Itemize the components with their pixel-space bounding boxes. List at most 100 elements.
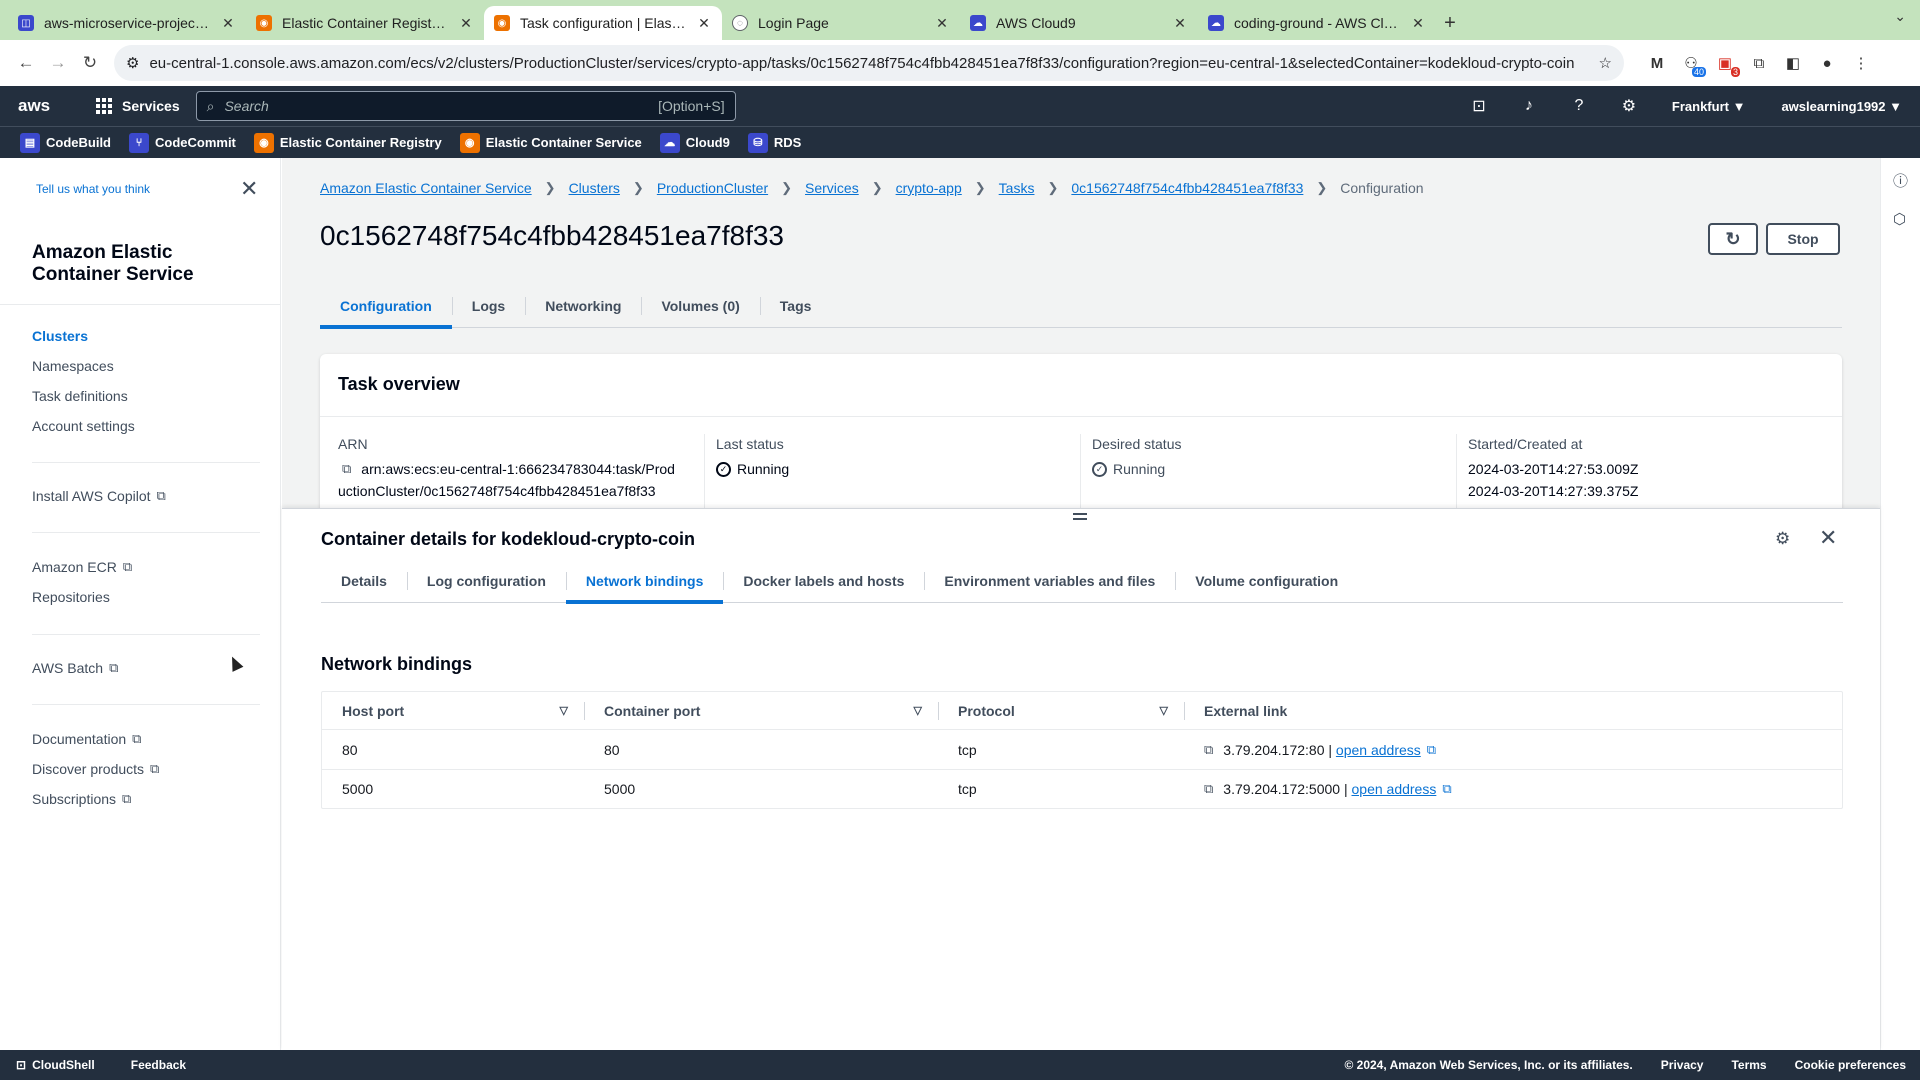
privacy-link[interactable]: Privacy (1661, 1058, 1704, 1072)
breadcrumb-clusters[interactable]: Clusters (569, 180, 620, 196)
address-bar[interactable]: ⚙ eu-central-1.console.aws.amazon.com/ec… (114, 45, 1624, 81)
bell-icon[interactable]: ♪ (1504, 97, 1554, 115)
stop-button[interactable]: Stop (1766, 223, 1840, 255)
cloudshell-icon[interactable]: ⊡ (1454, 96, 1504, 116)
tab-details[interactable]: Details (321, 559, 407, 603)
tab-environment-variables[interactable]: Environment variables and files (924, 559, 1175, 603)
tab-networking[interactable]: Networking (525, 284, 641, 328)
tools-icon[interactable]: ⬡ (1893, 210, 1906, 228)
close-tab-icon[interactable]: ✕ (1172, 15, 1188, 32)
close-tab-icon[interactable]: ✕ (220, 15, 236, 32)
search-input[interactable]: ⌕ Search [Option+S] (195, 91, 736, 121)
close-tab-icon[interactable]: ✕ (934, 15, 950, 32)
sidebar-item-clusters[interactable]: Clusters (32, 328, 88, 344)
tab-tags[interactable]: Tags (759, 284, 832, 328)
refresh-button[interactable]: ↻ (1708, 223, 1758, 255)
browser-menu-icon[interactable]: ⋮ (1844, 47, 1878, 79)
breadcrumb-cluster[interactable]: ProductionCluster (657, 180, 768, 196)
services-menu[interactable]: Services (96, 98, 180, 114)
browser-tab[interactable]: ☁ coding-ground - AWS Cloud9 ✕ (1198, 6, 1436, 40)
terms-link[interactable]: Terms (1731, 1058, 1766, 1072)
cloudshell-button[interactable]: CloudShell (32, 1058, 95, 1072)
breadcrumb-task[interactable]: 0c1562748f754c4fbb428451ea7f8f33 (1071, 180, 1303, 196)
sidebar-item-task-definitions[interactable]: Task definitions (32, 388, 128, 404)
close-nav-icon[interactable]: ✕ (240, 176, 258, 202)
url-text[interactable]: eu-central-1.console.aws.amazon.com/ecs/… (149, 55, 1598, 72)
breadcrumb-ecs[interactable]: Amazon Elastic Container Service (320, 180, 532, 196)
copy-icon[interactable]: ⧉ (1204, 781, 1213, 797)
sort-down-icon[interactable]: ▽ (914, 704, 922, 717)
browser-tab[interactable]: ☁ AWS Cloud9 ✕ (960, 6, 1198, 40)
column-container-port[interactable]: Container port ▽ (584, 692, 938, 729)
browser-tab-active[interactable]: ◉ Task configuration | Elastic C ✕ (484, 6, 722, 40)
sidebar-item-repositories[interactable]: Repositories (32, 589, 110, 605)
sidebar-item-documentation[interactable]: Documentation ⧉ (32, 731, 141, 747)
breadcrumb-services[interactable]: Services (805, 180, 859, 196)
feedback-link[interactable]: Tell us what you think (36, 182, 150, 196)
tab-logs[interactable]: Logs (451, 284, 525, 328)
copy-icon[interactable]: ⧉ (342, 458, 351, 480)
breadcrumb-tasks[interactable]: Tasks (999, 180, 1035, 196)
column-protocol[interactable]: Protocol ▽ (938, 692, 1184, 729)
gear-icon[interactable]: ⚙ (1604, 96, 1654, 116)
cookie-preferences-link[interactable]: Cookie preferences (1795, 1058, 1906, 1072)
favorite-ecs[interactable]: ◉ Elastic Container Service (459, 132, 642, 153)
favorite-cloud9[interactable]: ☁ Cloud9 (659, 132, 730, 153)
close-icon[interactable]: ✕ (1819, 525, 1837, 551)
sort-down-icon[interactable]: ▽ (560, 704, 568, 717)
feedback-button[interactable]: Feedback (131, 1058, 186, 1072)
new-tab-button[interactable]: + (1436, 6, 1464, 40)
help-icon[interactable]: ? (1554, 97, 1604, 115)
gear-icon[interactable]: ⚙ (1775, 529, 1790, 549)
close-tab-icon[interactable]: ✕ (696, 15, 712, 32)
sidebar-item-install-copilot[interactable]: Install AWS Copilot ⧉ (32, 488, 166, 504)
account-menu[interactable]: awslearning1992 ▼ (1763, 99, 1920, 114)
external-link-icon[interactable]: ⧉ (1442, 781, 1451, 797)
sidebar-item-amazon-ecr[interactable]: Amazon ECR ⧉ (32, 559, 132, 575)
favorite-rds[interactable]: ⛁ RDS (747, 132, 801, 153)
nav-title[interactable]: Amazon Elastic Container Service (32, 242, 242, 286)
column-host-port[interactable]: Host port ▽ (322, 692, 584, 729)
profile-avatar[interactable]: ● (1810, 47, 1844, 79)
favorite-codecommit[interactable]: ⑂ CodeCommit (129, 132, 236, 153)
tab-search-chevron-icon[interactable]: ⌄ (1894, 8, 1906, 25)
extension-icon[interactable]: ⚇ 40 (1674, 47, 1708, 79)
favorite-ecr[interactable]: ◉ Elastic Container Registry (253, 132, 442, 153)
tab-volumes[interactable]: Volumes (0) (641, 284, 759, 328)
breadcrumb-service[interactable]: crypto-app (896, 180, 962, 196)
back-icon[interactable]: ← (10, 47, 42, 79)
sidebar-item-aws-batch[interactable]: AWS Batch ⧉ (32, 660, 118, 676)
open-address-link[interactable]: open address (1352, 781, 1437, 797)
site-info-icon[interactable]: ⚙ (126, 54, 139, 72)
sort-down-icon[interactable]: ▽ (1160, 704, 1168, 717)
tab-volume-configuration[interactable]: Volume configuration (1175, 559, 1358, 603)
browser-tab[interactable]: ◌ Login Page ✕ (722, 6, 960, 40)
browser-tab[interactable]: ◉ Elastic Container Registry - I ✕ (246, 6, 484, 40)
medium-extension-icon[interactable]: M (1640, 47, 1674, 79)
reload-icon[interactable]: ↻ (74, 47, 106, 79)
extension-icon[interactable]: ▣ 3 (1708, 47, 1742, 79)
sidebar-item-discover-products[interactable]: Discover products ⧉ (32, 761, 159, 777)
close-tab-icon[interactable]: ✕ (1410, 15, 1426, 32)
forward-icon[interactable]: → (42, 47, 74, 79)
info-icon[interactable]: ⓘ (1893, 170, 1908, 191)
browser-tab[interactable]: ◫ aws-microservice-project:4c ✕ (8, 6, 246, 40)
close-tab-icon[interactable]: ✕ (458, 15, 474, 32)
external-link-icon[interactable]: ⧉ (1427, 742, 1436, 758)
open-address-link[interactable]: open address (1336, 742, 1421, 758)
bookmark-star-icon[interactable]: ☆ (1599, 54, 1612, 72)
tab-configuration[interactable]: Configuration (320, 284, 452, 329)
resize-handle[interactable] (1073, 513, 1087, 523)
tab-network-bindings[interactable]: Network bindings (565, 559, 724, 604)
aws-logo[interactable]: aws (18, 96, 66, 116)
sidebar-item-account-settings[interactable]: Account settings (32, 418, 135, 434)
sidebar-item-subscriptions[interactable]: Subscriptions ⧉ (32, 791, 131, 807)
copy-icon[interactable]: ⧉ (1204, 742, 1213, 758)
tab-docker-labels[interactable]: Docker labels and hosts (723, 559, 924, 603)
puzzle-extensions-icon[interactable]: ⧉ (1742, 47, 1776, 79)
side-panel-icon[interactable]: ◧ (1776, 47, 1810, 79)
favorite-codebuild[interactable]: ▤ CodeBuild (20, 132, 111, 153)
tab-log-configuration[interactable]: Log configuration (406, 559, 566, 603)
sidebar-item-namespaces[interactable]: Namespaces (32, 358, 114, 374)
region-selector[interactable]: Frankfurt ▼ (1654, 99, 1764, 114)
